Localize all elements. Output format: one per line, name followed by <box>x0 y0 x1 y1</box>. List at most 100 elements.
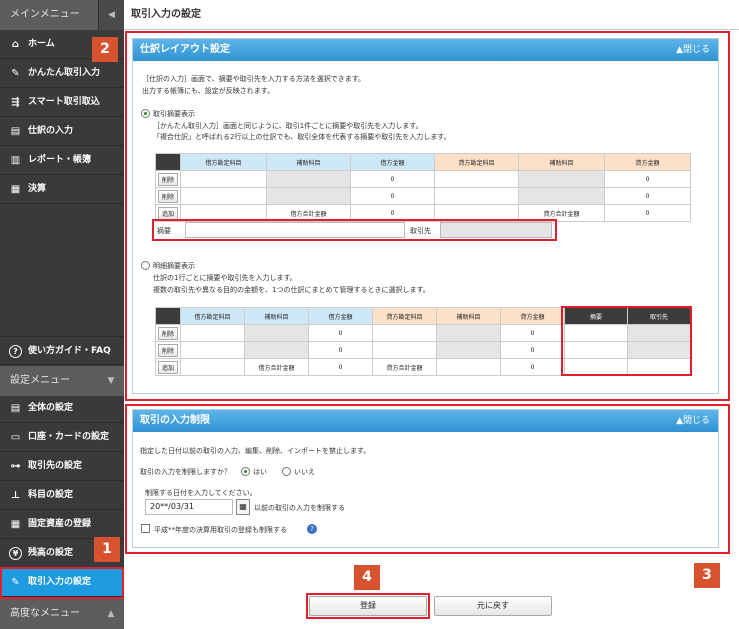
callout-badge-4: 4 <box>354 565 380 590</box>
option1-desc-2: 「複合仕訳」と呼ばれる2行以上の仕訳でも、取引全体を代表する摘要や取引先を入力し… <box>153 133 451 141</box>
sidebar-item-reports[interactable]: ▥ レポート・帳簿 <box>0 146 124 175</box>
main-menu-header[interactable]: メインメニュー ◀ <box>0 0 124 30</box>
delete-button[interactable]: 削除 <box>158 189 179 203</box>
table-row: 削除 0 0 <box>155 324 691 342</box>
sidebar-item-label: 仕訳の入力 <box>28 126 74 136</box>
sidebar-item-label: かんたん取引入力 <box>28 68 101 78</box>
add-row-button[interactable]: 追加 <box>158 360 179 374</box>
home-icon: ⌂ <box>11 39 20 50</box>
building-icon: ▦ <box>10 519 21 530</box>
col-credit-account: 貸方勘定科目 <box>434 153 519 171</box>
partner-input[interactable] <box>440 222 552 238</box>
radio-transaction-memo[interactable] <box>141 109 150 118</box>
settings-menu-header[interactable]: 設定メニュー ▼ <box>0 366 124 396</box>
option1-label: 取引摘要表示 <box>153 110 195 118</box>
card-icon: ▭ <box>10 432 21 443</box>
advanced-menu-header[interactable]: 高度なメニュー ▲ <box>0 599 124 629</box>
radio-line-memo[interactable] <box>141 261 150 270</box>
chevron-down-icon: ▼ <box>107 376 115 386</box>
radio-restrict-yes[interactable] <box>241 467 250 476</box>
journal-icon: ▤ <box>10 126 21 137</box>
sidebar-item-label: 口座・カードの設定 <box>28 432 110 442</box>
tree-icon: ⊥ <box>10 490 21 501</box>
checkbox-label: 平成**年度の決算用取引の登録も制限する <box>154 526 287 534</box>
partner-label: 取引先 <box>410 227 431 235</box>
col-debit-amount: 借方金額 <box>350 153 435 171</box>
option2-desc-1: 仕訳の1行ごとに摘要や取引先を入力します。 <box>153 274 297 282</box>
option1-desc-1: ［かんたん取引入力］画面と同じように、取引1件ごとに摘要や取引先を入力します。 <box>153 122 423 130</box>
sidebar-item-smart-import[interactable]: ⇶ スマート取引取込 <box>0 88 124 117</box>
sidebar-item-entry-settings[interactable]: ✎ 取引入力の設定 <box>0 568 124 597</box>
sidebar-item-label: 全体の設定 <box>28 403 74 413</box>
option2-desc-2: 複数の取引先や異なる目的の金額を、1つの仕訳にまとめて管理するときに選択します。 <box>153 286 430 294</box>
radio-yes-label: はい <box>253 468 267 476</box>
closing-restrict-checkbox[interactable] <box>141 524 150 533</box>
layout-panel-header: 仕訳レイアウト設定 ▲閉じる <box>133 39 718 61</box>
callout-badge-2: 2 <box>92 37 118 62</box>
sidebar-item-closing[interactable]: ▦ 決算 <box>0 175 124 204</box>
col-debit-sub: 補助科目 <box>266 153 351 171</box>
restriction-panel-close[interactable]: ▲閉じる <box>676 410 710 432</box>
add-row-button[interactable]: 追加 <box>158 206 179 220</box>
sidebar-item-label: 取引入力の設定 <box>28 577 92 587</box>
col-debit-account: 借方勘定科目 <box>180 153 267 171</box>
restriction-panel-header: 取引の入力制限 ▲閉じる <box>133 410 718 432</box>
debit-total-label: 借方合計金額 <box>266 204 351 222</box>
collapse-sidebar-icon[interactable]: ◀ <box>98 0 124 30</box>
settings-menu-title: 設定メニュー <box>10 375 70 386</box>
sidebar-item-general-settings[interactable]: ▤ 全体の設定 <box>0 394 124 423</box>
restriction-desc: 指定した日付以前の取引の入力、編集、削除、インポートを禁止します。 <box>140 447 371 455</box>
callout-badge-3: 3 <box>694 563 720 588</box>
pencil-icon: ✎ <box>11 68 20 79</box>
table-corner <box>155 153 181 171</box>
sidebar-item-fixed-assets[interactable]: ▦ 固定資産の登録 <box>0 510 124 539</box>
memo-label: 摘要 <box>157 227 171 235</box>
sidebar-item-journal[interactable]: ▤ 仕訳の入力 <box>0 117 124 146</box>
credit-total-label: 貸方合計金額 <box>518 204 605 222</box>
col-credit-sub: 補助科目 <box>518 153 605 171</box>
sidebar-item-label: スマート取引取込 <box>28 97 100 107</box>
date-prompt: 制限する日付を入力してください。 <box>145 489 257 497</box>
layout-panel-close[interactable]: ▲閉じる <box>676 39 710 61</box>
callout-badge-1: 1 <box>94 537 120 562</box>
sidebar: メインメニュー ◀ ⌂ ホーム ✎ かんたん取引入力 ⇶ スマート取引取込 ▤ 仕訳の入… <box>0 0 124 629</box>
partner-icon: ⊶ <box>10 461 21 472</box>
col-memo: 摘要 <box>564 307 628 325</box>
help-icon: ? <box>9 345 22 358</box>
import-icon: ⇶ <box>11 97 20 108</box>
delete-button[interactable]: 削除 <box>158 326 179 340</box>
help-icon[interactable]: ? <box>307 524 317 534</box>
restriction-date-input[interactable]: 20**/03/31 <box>145 499 233 515</box>
memo-input[interactable] <box>185 222 405 238</box>
sidebar-item-easy-entry[interactable]: ✎ かんたん取引入力 <box>0 59 124 88</box>
calendar-icon[interactable]: ▦ <box>236 499 250 515</box>
journal-table-2: 借方勘定科目 補助科目 借方金額 貸方勘定科目 補助科目 貸方金額 摘要 取引先… <box>155 307 691 376</box>
settings-doc-icon: ▤ <box>10 403 21 414</box>
sidebar-item-partners[interactable]: ⊶ 取引先の設定 <box>0 452 124 481</box>
table-row: 削除 0 0 <box>155 341 691 359</box>
sidebar-item-label: 使い方ガイド・FAQ <box>28 346 111 356</box>
sidebar-item-label: 固定資産の登録 <box>28 519 92 529</box>
radio-restrict-no[interactable] <box>282 467 291 476</box>
chevron-up-icon: ▲ <box>107 609 115 619</box>
main-menu-title: メインメニュー <box>10 9 80 20</box>
sidebar-item-guide[interactable]: ? 使い方ガイド・FAQ <box>0 336 124 365</box>
register-button[interactable]: 登録 <box>309 596 427 616</box>
layout-desc-2: 出力する帳簿にも、設定が反映されます。 <box>142 87 275 95</box>
chart-icon: ▥ <box>10 155 21 166</box>
delete-button[interactable]: 削除 <box>158 343 179 357</box>
advanced-menu-title: 高度なメニュー <box>10 608 80 619</box>
ledger-icon: ▦ <box>10 184 21 195</box>
reset-button[interactable]: 元に戻す <box>434 596 552 616</box>
sidebar-item-label: 決算 <box>28 184 47 194</box>
sidebar-item-label: ホーム <box>28 39 55 49</box>
option2-label: 明細摘要表示 <box>153 262 195 270</box>
sidebar-item-account-card[interactable]: ▭ 口座・カードの設定 <box>0 423 124 452</box>
table-total-row: 追加 借方合計金額 0 貸方合計金額 0 <box>155 358 691 376</box>
date-suffix: 以前の取引の入力を制限する <box>254 504 345 512</box>
sidebar-item-label: レポート・帳簿 <box>28 155 92 165</box>
sidebar-item-accounts[interactable]: ⊥ 科目の設定 <box>0 481 124 510</box>
layout-panel-title: 仕訳レイアウト設定 <box>140 44 230 55</box>
delete-button[interactable]: 削除 <box>158 172 179 186</box>
sidebar-item-label: 科目の設定 <box>28 490 74 500</box>
